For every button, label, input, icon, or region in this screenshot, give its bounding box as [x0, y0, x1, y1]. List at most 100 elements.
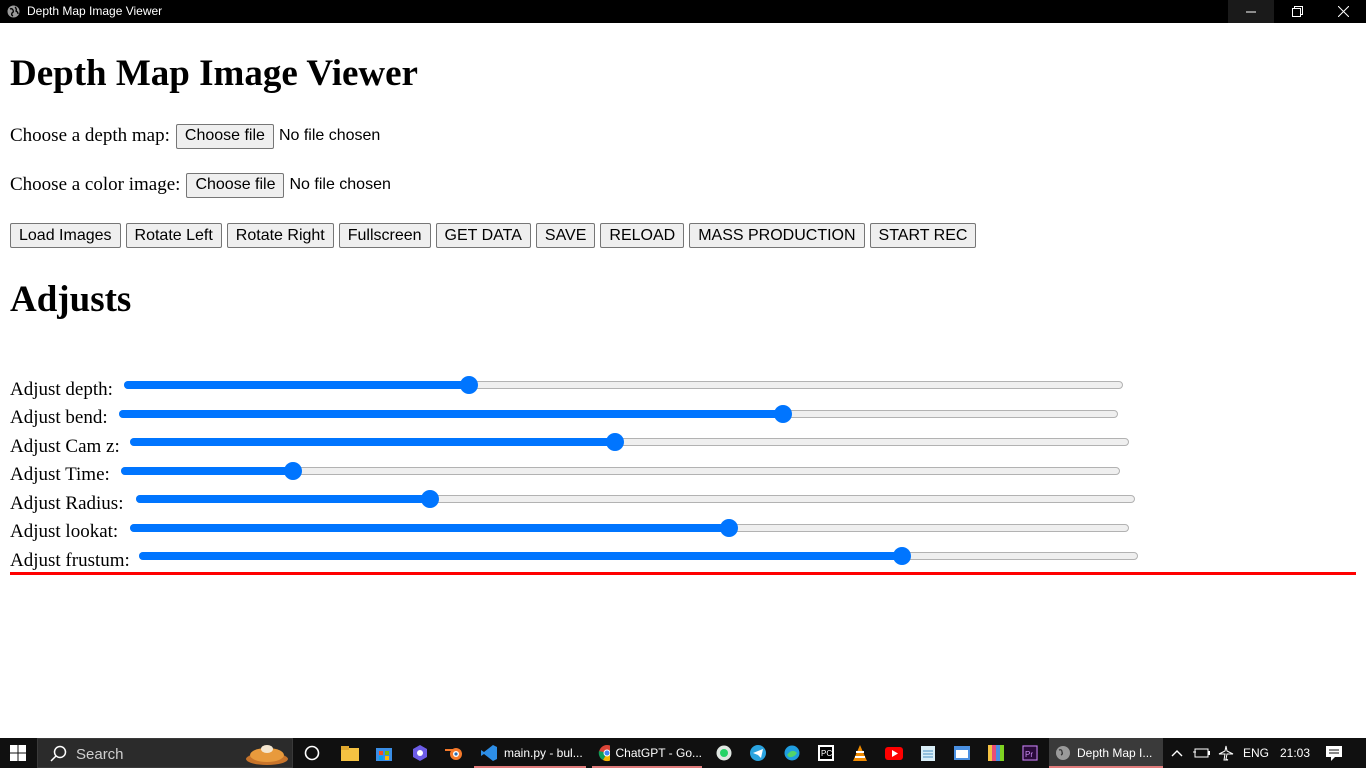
start-rec-button[interactable]: START REC	[869, 223, 977, 248]
browser-icon	[1056, 746, 1070, 760]
youtube-button[interactable]	[878, 738, 910, 768]
chevron-up-icon	[1171, 750, 1183, 757]
mass-production-button[interactable]: MASS PRODUCTION	[689, 223, 865, 248]
blender-icon	[445, 748, 462, 760]
window-titlebar: Depth Map Image Viewer	[0, 0, 1366, 23]
adjust-bend-slider[interactable]	[119, 404, 1118, 424]
close-icon	[1337, 6, 1349, 17]
adjust-depth-slider[interactable]	[124, 375, 1123, 395]
color-image-label: Choose a color image:	[10, 174, 181, 195]
store-icon	[376, 748, 392, 761]
clock[interactable]: 21:03	[1280, 746, 1310, 760]
window-app-button[interactable]	[946, 738, 978, 768]
taskbar-app-label: ChatGPT - Go...	[615, 746, 702, 760]
slider-thumb[interactable]	[460, 376, 478, 394]
edge-icon	[784, 745, 800, 761]
save-button[interactable]: SAVE	[535, 223, 596, 248]
slider-thumb[interactable]	[774, 405, 792, 423]
slider-thumb[interactable]	[720, 519, 738, 537]
rotate-left-button[interactable]: Rotate Left	[125, 223, 222, 248]
battery-tray-icon[interactable]	[1188, 738, 1214, 768]
premiere-icon: Pr	[1022, 745, 1038, 761]
notification-icon	[1326, 745, 1342, 761]
close-button[interactable]	[1320, 0, 1366, 23]
telegram-button[interactable]	[742, 738, 774, 768]
adjust-radius-slider[interactable]	[136, 489, 1135, 509]
taskbar-app-label: Depth Map I...	[1077, 746, 1153, 760]
adjust-cam-z-label: Adjust Cam z:	[10, 436, 120, 457]
adjust-frustum-slider[interactable]	[139, 546, 1138, 566]
vlc-button[interactable]	[844, 738, 876, 768]
windows-icon	[10, 745, 26, 761]
search-icon	[50, 745, 67, 762]
adjust-time-label: Adjust Time:	[10, 464, 110, 485]
slider-thumb[interactable]	[606, 433, 624, 451]
slider-thumb[interactable]	[421, 490, 439, 508]
taskbar-app-label: main.py - bul...	[504, 746, 583, 760]
maximize-button[interactable]	[1274, 0, 1320, 23]
app-button[interactable]	[404, 738, 436, 768]
slider-thumb[interactable]	[284, 462, 302, 480]
pycharm-button[interactable]: PC	[810, 738, 842, 768]
page-title: Depth Map Image Viewer	[10, 53, 418, 94]
chrome-icon	[598, 745, 610, 762]
get-data-button[interactable]: GET DATA	[435, 223, 531, 248]
minimize-button[interactable]	[1228, 0, 1274, 23]
adjust-lookat-label: Adjust lookat:	[10, 521, 119, 542]
depth-map-file-button[interactable]: Choose file	[175, 123, 274, 149]
globe-icon	[7, 5, 20, 18]
hexagon-app-icon	[413, 745, 427, 761]
adjust-time-slider[interactable]	[121, 461, 1120, 481]
search-placeholder: Search	[76, 746, 124, 763]
depth-map-label: Choose a depth map:	[10, 125, 170, 146]
color-image-file-button[interactable]: Choose file	[186, 172, 285, 198]
window-app-icon	[954, 746, 970, 760]
file-explorer-button[interactable]	[334, 738, 366, 768]
battery-icon	[1193, 748, 1210, 758]
premiere-button[interactable]: Pr	[1014, 738, 1046, 768]
color-app-button[interactable]	[980, 738, 1012, 768]
notifications-button[interactable]	[1318, 738, 1350, 768]
taskbar-app-depth-map-viewer[interactable]: Depth Map I...	[1049, 738, 1163, 768]
store-button[interactable]	[368, 738, 400, 768]
notepad-button[interactable]	[912, 738, 944, 768]
show-hidden-icons-button[interactable]	[1164, 738, 1190, 768]
whatsapp-button[interactable]	[708, 738, 740, 768]
rotate-right-button[interactable]: Rotate Right	[226, 223, 334, 248]
minimize-icon	[1246, 11, 1256, 12]
slider-thumb[interactable]	[893, 547, 911, 565]
svg-text:PC: PC	[821, 749, 832, 758]
taskbar-app-chrome[interactable]: ChatGPT - Go...	[592, 738, 702, 768]
adjust-cam-z-slider[interactable]	[130, 432, 1129, 452]
color-image-file-status: No file chosen	[289, 176, 391, 193]
taskbar-search[interactable]: Search	[37, 738, 293, 768]
pycharm-icon: PC	[818, 745, 834, 761]
slider-fill	[124, 381, 469, 389]
taskbar-app-vscode[interactable]: main.py - bul...	[474, 738, 586, 768]
slider-fill	[130, 438, 615, 446]
notepad-icon	[921, 746, 935, 761]
slider-fill	[130, 524, 729, 532]
reload-button[interactable]: RELOAD	[600, 223, 685, 248]
folder-icon	[341, 745, 359, 761]
slider-fill	[121, 467, 293, 475]
task-view-button[interactable]	[296, 738, 328, 768]
svg-text:Pr: Pr	[1025, 750, 1033, 759]
action-buttons: Load Images Rotate Left Rotate Right Ful…	[10, 223, 981, 248]
blender-button[interactable]	[438, 738, 470, 768]
start-button[interactable]	[0, 738, 36, 768]
language-indicator[interactable]: ENG	[1243, 746, 1269, 760]
airplane-mode-tray-icon[interactable]	[1213, 738, 1239, 768]
adjust-bend-label: Adjust bend:	[10, 407, 108, 428]
youtube-icon	[885, 746, 903, 760]
slider-fill	[139, 552, 902, 560]
adjust-depth-label: Adjust depth:	[10, 379, 113, 400]
depth-map-file-status: No file chosen	[278, 127, 381, 144]
whatsapp-icon	[716, 745, 732, 761]
adjust-lookat-slider[interactable]	[130, 518, 1129, 538]
edge-button[interactable]	[776, 738, 808, 768]
adjusts-heading: Adjusts	[10, 279, 132, 320]
load-images-button[interactable]: Load Images	[10, 223, 121, 248]
fullscreen-button[interactable]: Fullscreen	[338, 223, 431, 248]
window-title: Depth Map Image Viewer	[27, 4, 163, 18]
